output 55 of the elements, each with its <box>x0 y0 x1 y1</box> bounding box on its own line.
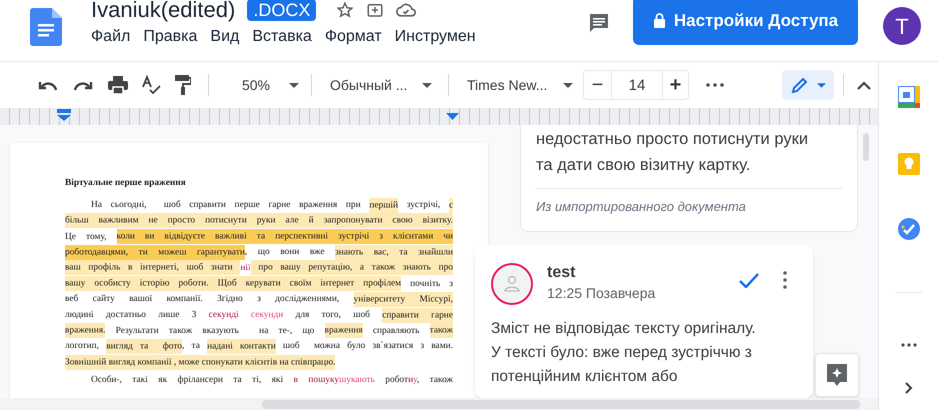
menu-item[interactable]: Вид <box>210 25 240 49</box>
comment-text: Зміст не відповідає тексту оригіналу. У тексті було: вже перед зустріччю з потенційним клієнтом або <box>491 319 757 387</box>
collapse-icon[interactable] <box>857 80 871 90</box>
caret-icon <box>289 82 299 88</box>
more-vertical-icon[interactable] <box>783 271 787 289</box>
comment-icon[interactable] <box>587 11 611 35</box>
paint-format-icon[interactable] <box>175 75 191 95</box>
docs-logo-icon[interactable] <box>30 8 62 46</box>
calendar-icon[interactable] <box>898 86 920 108</box>
right-indent-marker[interactable] <box>446 113 459 120</box>
task-check-icon[interactable] <box>898 218 920 240</box>
style-dropdown[interactable]: Обычный ... <box>330 74 432 96</box>
pencil-icon <box>790 76 808 94</box>
avatar-icon <box>491 263 533 305</box>
comment-author: test <box>547 263 576 283</box>
caret-icon <box>563 82 573 88</box>
font-size-field[interactable]: 14 <box>612 70 662 100</box>
comment-card[interactable]: недостатньо просто потиснути руки та дати свою візитну картку. Из импортированного документа <box>520 125 858 232</box>
add-comment-button[interactable] <box>815 353 859 397</box>
comment-text: недостатньо просто потиснути руки та дати свою візитну картку. <box>536 126 842 189</box>
print-icon[interactable] <box>108 76 128 94</box>
add-comment-icon <box>826 363 848 387</box>
more-icon[interactable] <box>900 343 916 347</box>
lock-icon <box>652 13 666 28</box>
font-dropdown[interactable]: Times New... <box>467 74 573 96</box>
menu-item[interactable]: Файл <box>91 25 130 49</box>
heading: Віртуальне перше враження <box>65 177 186 190</box>
spellcheck-icon[interactable] <box>141 75 161 95</box>
menu-item[interactable]: Вставка <box>252 25 312 49</box>
comment-card[interactable]: test 12:25 Позавчера Зміст не відповідає тексту оригіналу. У тексті було: вже перед зустріччю з потенційним клієнтом або <box>475 245 813 398</box>
folder-move-icon[interactable] <box>366 1 384 19</box>
menu-item[interactable]: Правка <box>143 25 198 49</box>
caret-icon <box>422 82 432 88</box>
more-icon[interactable] <box>706 83 724 87</box>
increase-size-button[interactable]: + <box>662 70 689 100</box>
document-paragraph: Особи-, такі як фрілансери та ті, які в пошукушукають роботиу, також <box>90 374 453 387</box>
cloud-icon[interactable] <box>396 1 416 19</box>
menu-item[interactable]: Формат <box>324 25 382 49</box>
comment-source: Из импортированного документа <box>536 198 747 216</box>
vertical-scrollbar[interactable] <box>863 133 869 161</box>
share-button[interactable]: Настройки Доступа <box>633 0 858 45</box>
resolve-check-icon[interactable] <box>739 272 759 288</box>
menu-item[interactable]: Инструмен <box>394 25 476 49</box>
decrease-size-button[interactable]: − <box>583 70 612 100</box>
caret-icon <box>816 82 826 88</box>
document-title[interactable]: Ivaniuk(edited) <box>91 0 236 21</box>
horizontal-scrollbar[interactable] <box>0 398 878 410</box>
chevron-right-icon[interactable] <box>904 382 912 394</box>
star-icon[interactable] <box>336 1 354 19</box>
editing-mode-button[interactable] <box>782 70 834 100</box>
left-indent-marker[interactable] <box>57 109 71 121</box>
zoom-dropdown[interactable]: 50% <box>233 74 299 96</box>
file-type-badge: .DOCX <box>247 0 316 21</box>
user-avatar[interactable]: T <box>883 7 921 45</box>
comment-time: 12:25 Позавчера <box>547 284 656 303</box>
